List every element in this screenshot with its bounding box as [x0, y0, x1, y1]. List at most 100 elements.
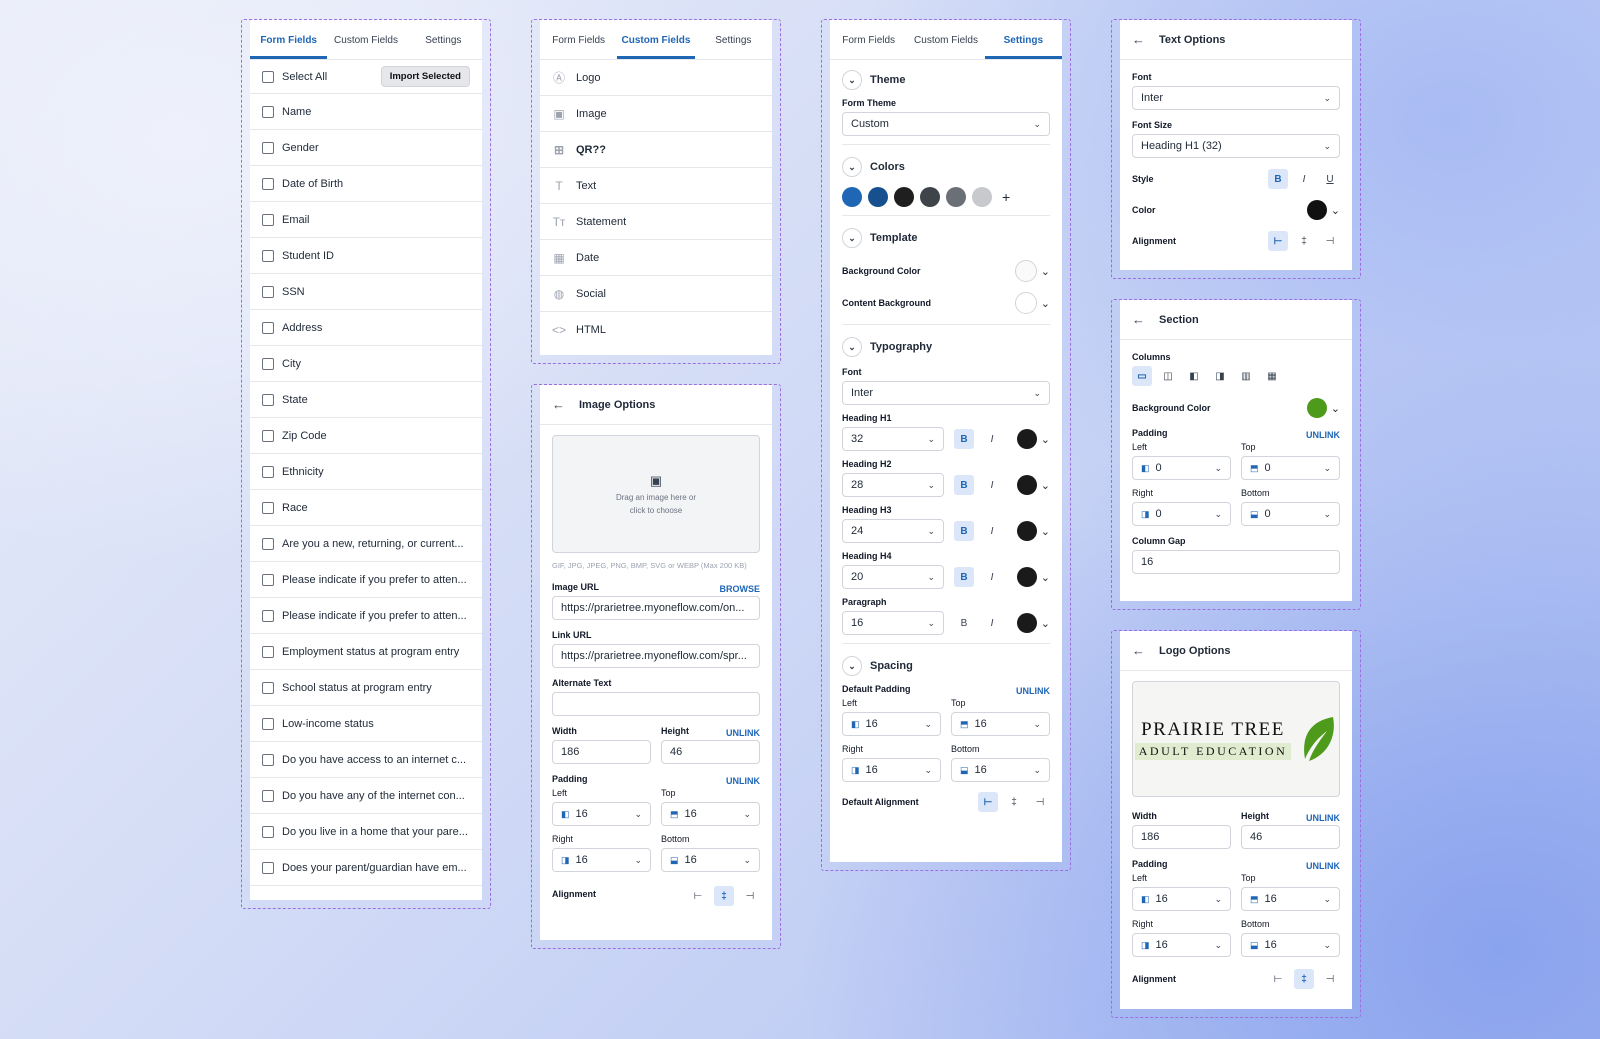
- padding-left-select[interactable]: ◧ 16 ⌄: [552, 802, 651, 826]
- custom-field-date[interactable]: ▦ Date: [540, 240, 772, 276]
- form-field-row[interactable]: Student ID: [250, 238, 482, 274]
- logo-preview[interactable]: PRAIRIE TREE ADULT EDUCATION: [1132, 681, 1340, 797]
- form-field-row[interactable]: Low-income status: [250, 706, 482, 742]
- back-arrow-icon[interactable]: ←: [552, 397, 565, 412]
- form-field-checkbox[interactable]: [262, 357, 274, 370]
- bold-icon[interactable]: B: [954, 475, 974, 495]
- heading-size-select[interactable]: 20 ⌄: [842, 565, 944, 589]
- form-field-checkbox[interactable]: [262, 753, 274, 766]
- back-arrow-icon[interactable]: ←: [1132, 643, 1145, 658]
- form-field-row[interactable]: Ethnicity: [250, 454, 482, 490]
- form-field-row[interactable]: Do you live in a home that your pare...: [250, 814, 482, 850]
- alt-text-input[interactable]: [552, 692, 760, 716]
- link-url-input[interactable]: https://prarietree.myoneflow.com/spr...: [552, 644, 760, 668]
- color-swatch[interactable]: [920, 187, 940, 207]
- form-field-checkbox[interactable]: [262, 861, 274, 874]
- unlink-padding-link[interactable]: UNLINK: [726, 776, 760, 786]
- form-field-checkbox[interactable]: [262, 429, 274, 442]
- bold-icon[interactable]: B: [954, 429, 974, 449]
- unlink-size-link[interactable]: UNLINK: [1306, 813, 1340, 823]
- height-input[interactable]: 46: [661, 740, 760, 764]
- custom-field-html[interactable]: <> HTML: [540, 312, 772, 348]
- underline-icon[interactable]: U: [1320, 169, 1340, 189]
- tab-form-fields[interactable]: Form Fields: [250, 35, 328, 59]
- form-field-row[interactable]: Name: [250, 94, 482, 130]
- form-field-checkbox[interactable]: [262, 105, 274, 118]
- heading-size-select[interactable]: 24 ⌄: [842, 519, 944, 543]
- select-all-checkbox[interactable]: [262, 70, 274, 83]
- align-left-icon[interactable]: ⊢: [1268, 231, 1288, 251]
- form-field-checkbox[interactable]: [262, 789, 274, 802]
- align-center-icon[interactable]: ‡: [1004, 792, 1024, 812]
- form-theme-select[interactable]: Custom ⌄: [842, 112, 1050, 136]
- form-field-checkbox[interactable]: [262, 717, 274, 730]
- form-field-checkbox[interactable]: [262, 609, 274, 622]
- tab-settings[interactable]: Settings: [984, 35, 1062, 59]
- unlink-size-link[interactable]: UNLINK: [726, 728, 760, 738]
- text-color-picker[interactable]: ⌄: [1306, 200, 1340, 220]
- padding-bottom-select[interactable]: ⬓ 16 ⌄: [661, 848, 760, 872]
- italic-icon[interactable]: I: [1294, 169, 1314, 189]
- padding-left-select[interactable]: ◧ 16 ⌄: [842, 712, 941, 736]
- form-field-row[interactable]: Zip Code: [250, 418, 482, 454]
- form-field-checkbox[interactable]: [262, 177, 274, 190]
- align-right-icon[interactable]: ⊣: [740, 886, 760, 906]
- form-field-row[interactable]: Race: [250, 490, 482, 526]
- color-swatch[interactable]: [894, 187, 914, 207]
- italic-icon[interactable]: I: [982, 567, 1002, 587]
- custom-field-social[interactable]: ◍ Social: [540, 276, 772, 312]
- padding-top-select[interactable]: ⬒ 0 ⌄: [1241, 456, 1340, 480]
- add-color-icon[interactable]: +: [1002, 189, 1010, 205]
- form-field-row[interactable]: Address: [250, 310, 482, 346]
- heading-size-select[interactable]: 28 ⌄: [842, 473, 944, 497]
- padding-top-select[interactable]: ⬒ 16 ⌄: [951, 712, 1050, 736]
- custom-field-logo[interactable]: Ⓐ Logo: [540, 60, 772, 96]
- width-input[interactable]: 186: [1132, 825, 1231, 849]
- padding-bottom-select[interactable]: ⬓ 16 ⌄: [951, 758, 1050, 782]
- heading-size-select[interactable]: 32 ⌄: [842, 427, 944, 451]
- bold-icon[interactable]: B: [954, 567, 974, 587]
- form-field-checkbox[interactable]: [262, 213, 274, 226]
- form-field-row[interactable]: SSN: [250, 274, 482, 310]
- italic-icon[interactable]: I: [982, 475, 1002, 495]
- color-swatch[interactable]: [946, 187, 966, 207]
- custom-field-text[interactable]: T Text: [540, 168, 772, 204]
- align-left-icon[interactable]: ⊢: [978, 792, 998, 812]
- align-right-icon[interactable]: ⊣: [1320, 969, 1340, 989]
- form-field-row[interactable]: Email: [250, 202, 482, 238]
- italic-icon[interactable]: I: [982, 429, 1002, 449]
- bold-icon[interactable]: B: [954, 613, 974, 633]
- padding-right-select[interactable]: ◨ 0 ⌄: [1132, 502, 1231, 526]
- form-field-row[interactable]: Do you have any of the internet con...: [250, 778, 482, 814]
- form-field-row[interactable]: Are you a new, returning, or current...: [250, 526, 482, 562]
- align-right-icon[interactable]: ⊣: [1030, 792, 1050, 812]
- content-bg-picker[interactable]: ⌄: [1014, 292, 1050, 314]
- custom-field-statement[interactable]: Tт Statement: [540, 204, 772, 240]
- tab-custom-fields[interactable]: Custom Fields: [617, 35, 695, 59]
- align-center-icon[interactable]: ‡: [1294, 231, 1314, 251]
- heading-color-picker[interactable]: ⌄: [1016, 475, 1050, 495]
- back-arrow-icon[interactable]: ←: [1132, 32, 1145, 47]
- color-swatch[interactable]: [842, 187, 862, 207]
- column-layout-5-icon[interactable]: ▥: [1236, 366, 1256, 386]
- align-left-icon[interactable]: ⊢: [1268, 969, 1288, 989]
- width-input[interactable]: 186: [552, 740, 651, 764]
- theme-section-toggle[interactable]: ⌄ Theme: [842, 66, 1050, 94]
- bold-icon[interactable]: B: [1268, 169, 1288, 189]
- back-arrow-icon[interactable]: ←: [1132, 312, 1145, 327]
- browse-link[interactable]: BROWSE: [720, 584, 761, 594]
- custom-field-qr[interactable]: ⊞ QR??: [540, 132, 772, 168]
- form-field-checkbox[interactable]: [262, 645, 274, 658]
- padding-right-select[interactable]: ◨ 16 ⌄: [1132, 933, 1231, 957]
- padding-bottom-select[interactable]: ⬓ 16 ⌄: [1241, 933, 1340, 957]
- column-gap-input[interactable]: 16: [1132, 550, 1340, 574]
- form-field-checkbox[interactable]: [262, 537, 274, 550]
- colors-section-toggle[interactable]: ⌄ Colors: [842, 153, 1050, 181]
- typography-section-toggle[interactable]: ⌄ Typography: [842, 333, 1050, 361]
- form-field-row[interactable]: Gender: [250, 130, 482, 166]
- align-right-icon[interactable]: ⊣: [1320, 231, 1340, 251]
- form-field-row[interactable]: City: [250, 346, 482, 382]
- form-field-checkbox[interactable]: [262, 321, 274, 334]
- template-section-toggle[interactable]: ⌄ Template: [842, 224, 1050, 252]
- form-field-checkbox[interactable]: [262, 249, 274, 262]
